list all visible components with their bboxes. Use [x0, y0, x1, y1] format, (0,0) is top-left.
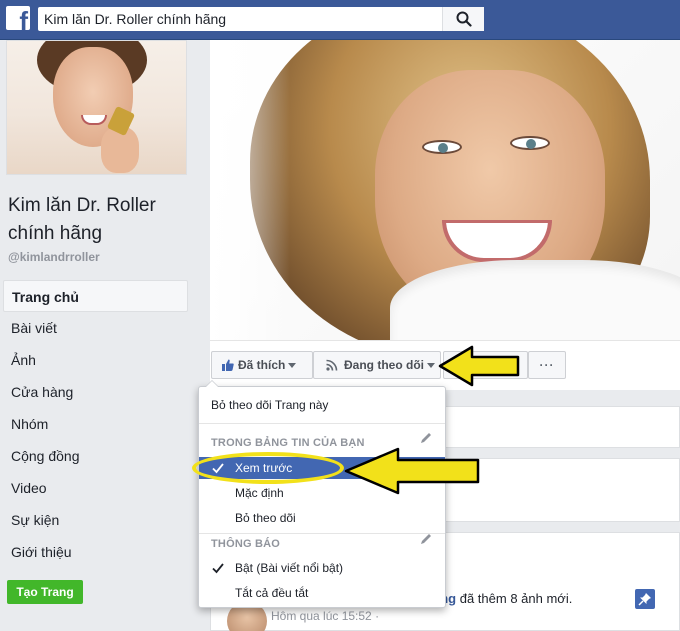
- nav-item-shop[interactable]: Cửa hàng: [3, 376, 188, 408]
- search-icon: [456, 11, 472, 27]
- checkmark-icon: [212, 563, 224, 574]
- nav-item-groups[interactable]: Nhóm: [3, 408, 188, 440]
- menu-item-notifications-on[interactable]: Bật (Bài viết nổi bật): [199, 557, 445, 579]
- nav-item-photos[interactable]: Ảnh: [3, 344, 188, 376]
- liked-button[interactable]: Đã thích: [211, 351, 313, 379]
- search-button[interactable]: [442, 7, 484, 31]
- pin-icon: [638, 593, 651, 606]
- post-timestamp[interactable]: Hôm qua lúc 15:52 ·: [271, 609, 379, 623]
- following-button[interactable]: Đang theo dõi: [313, 351, 441, 379]
- divider: [199, 423, 445, 424]
- thumbs-up-icon: [222, 359, 234, 371]
- top-bar: f Kim lăn Dr. Roller chính hãng: [0, 0, 680, 40]
- divider: [199, 533, 445, 534]
- cover-photo[interactable]: [210, 40, 680, 340]
- nav-item-videos[interactable]: Video: [3, 472, 188, 504]
- search-input[interactable]: Kim lăn Dr. Roller chính hãng: [38, 7, 484, 31]
- highlight-ellipse: [192, 452, 344, 484]
- nav-item-events[interactable]: Sự kiện: [3, 504, 188, 536]
- chevron-down-icon: [288, 363, 297, 369]
- menu-item-notifications-off[interactable]: Tắt cả đều tắt: [199, 582, 445, 604]
- facebook-logo-icon[interactable]: f: [6, 6, 30, 30]
- annotation-arrow-icon: [344, 447, 480, 495]
- page-username[interactable]: @kimlandrroller: [8, 250, 100, 264]
- liked-button-label: Đã thích: [238, 358, 286, 372]
- menu-item-unfollow[interactable]: Bỏ theo dõi: [199, 507, 445, 529]
- pin-button[interactable]: [635, 589, 655, 609]
- search-input-value: Kim lăn Dr. Roller chính hãng: [44, 11, 227, 27]
- notifications-section-header: THÔNG BÁO: [211, 538, 281, 550]
- rss-icon: [326, 359, 338, 371]
- follow-settings-dropdown: Bỏ theo dõi Trang này TRONG BẢNG TIN CỦA…: [198, 380, 446, 608]
- more-options-button[interactable]: ···: [528, 351, 566, 379]
- following-button-label: Đang theo dõi: [344, 358, 424, 372]
- post-action-text: đã thêm 8 ảnh mới.: [456, 591, 573, 606]
- post-header: ăng đã thêm 8 ảnh mới.: [433, 591, 572, 606]
- pencil-icon[interactable]: [419, 431, 433, 445]
- annotation-arrow-icon: [438, 345, 520, 387]
- nav-item-home[interactable]: Trang chủ: [3, 280, 188, 312]
- left-column: Kim lăn Dr. Roller chính hãng @kimlandrr…: [0, 40, 198, 631]
- nav-item-posts[interactable]: Bài viết: [3, 312, 188, 344]
- chevron-down-icon: [427, 363, 435, 369]
- nav-item-community[interactable]: Cộng đồng: [3, 440, 188, 472]
- create-page-button[interactable]: Tạo Trang: [7, 580, 83, 604]
- menu-item-notifications-on-label: Bật (Bài viết nổi bật): [235, 561, 344, 575]
- page-title: Kim lăn Dr. Roller chính hãng: [8, 195, 156, 244]
- pencil-icon[interactable]: [419, 532, 433, 546]
- profile-picture[interactable]: [6, 40, 187, 175]
- page-nav: Trang chủ Bài viết Ảnh Cửa hàng Nhóm Cộn…: [3, 280, 188, 568]
- menu-item-unfollow-page[interactable]: Bỏ theo dõi Trang này: [199, 394, 445, 416]
- nav-item-about[interactable]: Giới thiệu: [3, 536, 188, 568]
